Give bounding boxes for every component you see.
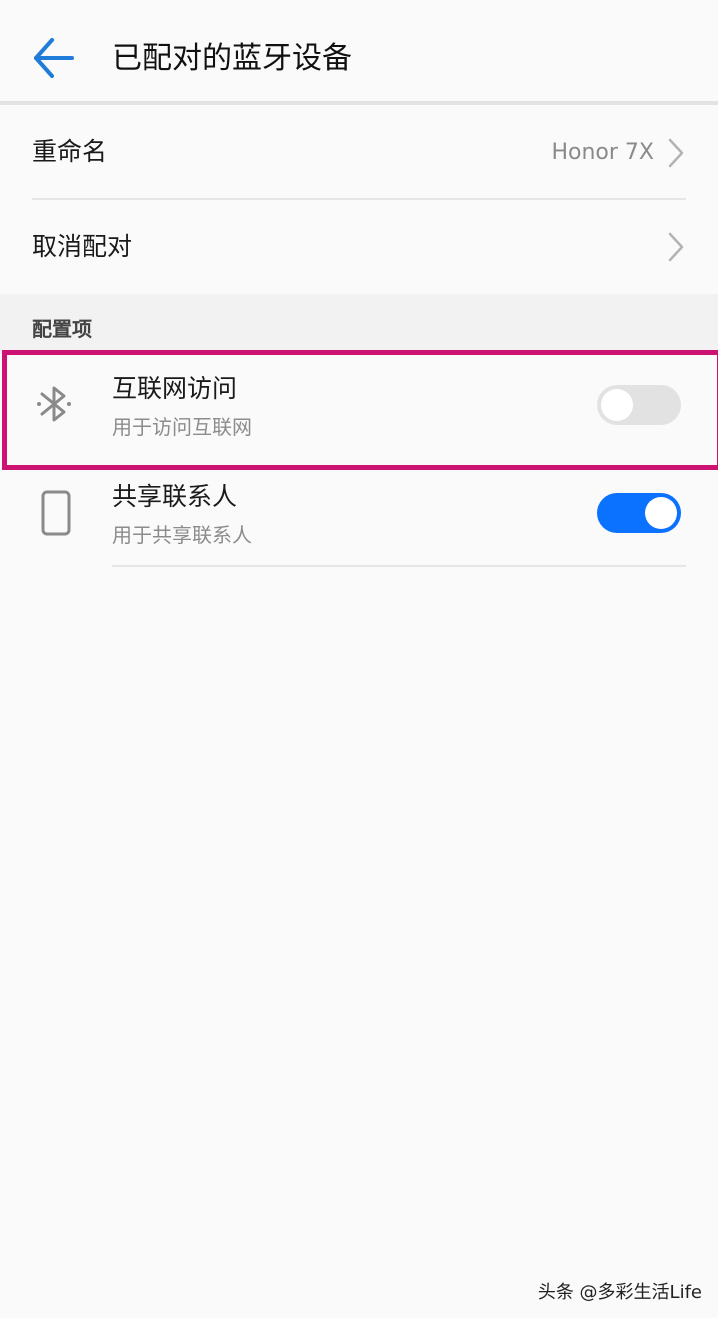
page-title: 已配对的蓝牙设备 [112,41,352,76]
device-name-value: Honor 7X [551,140,654,165]
back-button[interactable] [22,26,86,90]
app-header: 已配对的蓝牙设备 [0,0,718,102]
chevron-right-icon [668,138,684,168]
header-divider [0,101,718,105]
toggle-knob [645,497,677,529]
rename-row[interactable]: 重命名 Honor 7X [0,106,718,198]
watermark: 头条 @多彩生活Life [537,1282,702,1303]
share-contacts-subtitle: 用于共享联系人 [112,523,252,547]
bluetooth-icon [37,386,71,422]
chevron-right-icon [668,232,684,262]
internet-access-toggle[interactable] [597,385,681,425]
share-contacts-title: 共享联系人 [112,482,238,511]
internet-access-item: 互联网访问 用于访问互联网 [0,354,718,462]
phone-icon [41,490,71,536]
divider [112,565,686,567]
unpair-label: 取消配对 [32,232,133,261]
arrow-left-icon [34,38,74,78]
rename-label: 重命名 [32,137,108,166]
share-contacts-toggle[interactable] [597,493,681,533]
section-band [0,294,718,354]
section-title: 配置项 [32,317,92,341]
internet-access-title: 互联网访问 [112,374,238,403]
share-contacts-item: 共享联系人 用于共享联系人 [0,462,718,568]
toggle-knob [601,389,633,421]
unpair-row[interactable]: 取消配对 [0,200,718,294]
internet-access-subtitle: 用于访问互联网 [112,415,252,439]
